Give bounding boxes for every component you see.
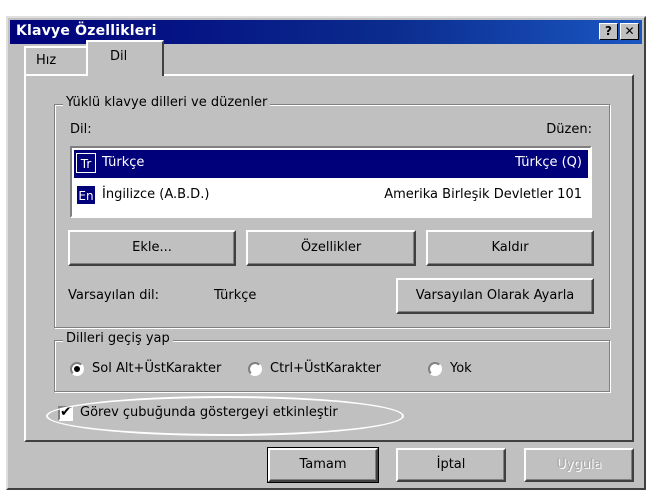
add-button-label: Ekle... bbox=[132, 240, 172, 255]
highlight-ellipse bbox=[46, 396, 404, 436]
radio-ctrl-shift-label[interactable]: Ctrl+ÜstKarakter bbox=[270, 361, 381, 376]
ok-button[interactable]: Tamam bbox=[267, 447, 379, 483]
close-button[interactable]: ✕ bbox=[620, 23, 639, 40]
list-item[interactable]: En İngilizce (A.B.D.) Amerika Birleşik D… bbox=[74, 182, 588, 210]
apply-button[interactable]: Uygula bbox=[524, 448, 634, 482]
add-button[interactable]: Ekle... bbox=[68, 230, 236, 266]
properties-button-label: Özellikler bbox=[300, 240, 362, 255]
apply-button-label: Uygula bbox=[556, 457, 602, 472]
ok-button-label: Tamam bbox=[299, 457, 347, 472]
installed-layouts-legend: Yüklü klavye dilleri ve düzenler bbox=[63, 95, 271, 110]
layout-column-header: Düzen: bbox=[546, 122, 592, 137]
set-default-button-label: Varsayılan Olarak Ayarla bbox=[415, 288, 575, 303]
list-item[interactable]: Tr Türkçe Türkçe (Q) bbox=[74, 150, 588, 178]
cancel-button[interactable]: İptal bbox=[396, 448, 506, 482]
remove-button-label: Kaldır bbox=[491, 240, 529, 255]
remove-button[interactable]: Kaldır bbox=[426, 230, 594, 266]
default-language-label: Varsayılan dil: bbox=[68, 288, 160, 303]
radio-left-alt-shift[interactable] bbox=[70, 362, 84, 376]
set-default-button[interactable]: Varsayılan Olarak Ayarla bbox=[396, 278, 594, 314]
switch-languages-legend: Dilleri geçiş yap bbox=[63, 331, 173, 346]
language-name: İngilizce (A.B.D.) bbox=[102, 187, 210, 202]
radio-none[interactable] bbox=[428, 362, 442, 376]
properties-button[interactable]: Özellikler bbox=[246, 230, 416, 266]
cancel-button-label: İptal bbox=[436, 457, 466, 472]
radio-selected-dot bbox=[74, 366, 80, 372]
default-language-value: Türkçe bbox=[214, 288, 257, 303]
help-button[interactable]: ? bbox=[599, 23, 618, 40]
language-code-icon: En bbox=[76, 185, 96, 205]
radio-none-label[interactable]: Yok bbox=[450, 361, 472, 376]
language-code-icon: Tr bbox=[76, 153, 96, 173]
tab-language[interactable]: Dil bbox=[86, 40, 164, 76]
layout-name: Türkçe (Q) bbox=[515, 155, 582, 170]
tab-speed-label: Hız bbox=[36, 53, 57, 68]
language-list[interactable]: Tr Türkçe Türkçe (Q) En İngilizce (A.B.D… bbox=[70, 146, 592, 218]
tab-speed[interactable]: Hız bbox=[24, 46, 88, 74]
window-title: Klavye Özellikleri bbox=[16, 23, 157, 39]
language-column-header: Dil: bbox=[70, 122, 92, 137]
radio-ctrl-shift[interactable] bbox=[248, 362, 262, 376]
tab-language-label: Dil bbox=[110, 49, 128, 64]
layout-name: Amerika Birleşik Devletler 101 bbox=[384, 187, 582, 202]
radio-left-alt-shift-label[interactable]: Sol Alt+ÜstKarakter bbox=[92, 361, 221, 376]
language-name: Türkçe bbox=[102, 155, 145, 170]
